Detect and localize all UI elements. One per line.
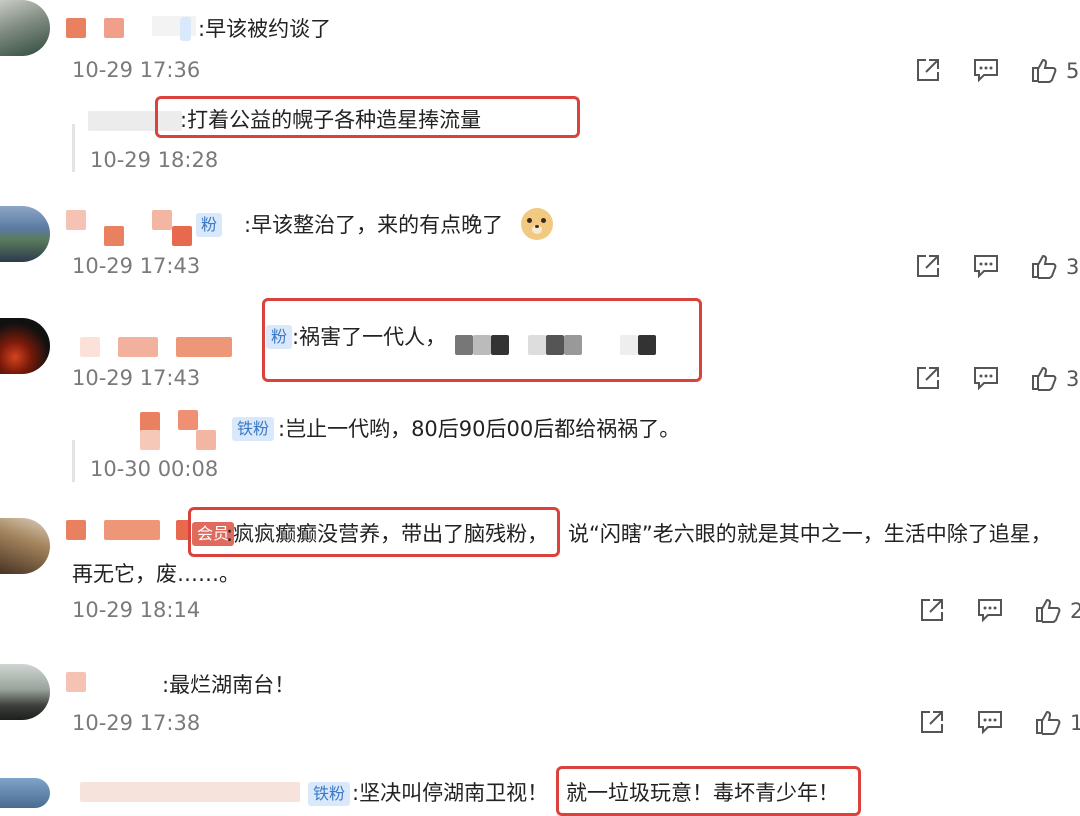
reply-time: 10-29 18:28: [90, 148, 219, 172]
thumbs-up-icon[interactable]: [1034, 708, 1062, 736]
share-icon[interactable]: [918, 596, 946, 624]
fan-badge: [180, 17, 192, 41]
comment-icon[interactable]: [976, 596, 1004, 624]
reply-time: 10-30 00:08: [90, 457, 219, 481]
comment-text: :坚决叫停湖南卫视！: [352, 781, 549, 805]
like-count: 1: [1070, 711, 1080, 735]
watermark: [640, 744, 658, 790]
share-icon[interactable]: [914, 56, 942, 84]
avatar[interactable]: [0, 206, 50, 262]
comment-time: 10-29 17:43: [72, 366, 201, 390]
comment-text: :祸害了一代人，: [292, 325, 447, 349]
reply-indicator: [72, 440, 75, 482]
share-icon[interactable]: [914, 364, 942, 392]
username[interactable]: [66, 210, 86, 230]
comment-text: :疯疯癫癫没营养，带出了脑残粉，: [226, 522, 549, 546]
avatar[interactable]: [0, 0, 50, 56]
comment-text: :早该被约谈了: [198, 17, 332, 41]
username[interactable]: [140, 412, 160, 432]
share-icon[interactable]: [918, 708, 946, 736]
thumbs-up-icon[interactable]: [1030, 252, 1058, 280]
comment-text-boxed: 就一垃圾玩意！毒坏青少年！: [566, 781, 839, 805]
comment-text-line2: 再无它，废……。: [72, 562, 240, 586]
like-count: 2: [1070, 599, 1080, 623]
username[interactable]: [66, 18, 86, 38]
comment-icon[interactable]: [976, 708, 1004, 736]
thumbs-up-icon[interactable]: [1034, 596, 1062, 624]
fan-badge: 粉: [266, 325, 293, 349]
fan-badge: 铁粉: [232, 417, 275, 441]
share-icon[interactable]: [914, 252, 942, 280]
avatar[interactable]: [0, 318, 50, 374]
like-count: 3: [1066, 367, 1080, 391]
username[interactable]: [66, 520, 86, 540]
comment-time: 10-29 17:43: [72, 254, 201, 278]
reply-text: :岂止一代哟，80后90后00后都给祸祸了。: [278, 417, 681, 441]
reply-text: :打着公益的幌子各种造星捧流量: [180, 108, 482, 132]
reply-indicator: [72, 124, 75, 172]
username[interactable]: [80, 782, 300, 802]
comment-time: 10-29 17:38: [72, 711, 201, 735]
comment-text: :早该整治了，来的有点晚了: [244, 213, 504, 237]
avatar[interactable]: [0, 664, 50, 720]
fan-badge: 铁粉: [308, 782, 351, 806]
thumbs-up-icon[interactable]: [1030, 56, 1058, 84]
doge-emoji-icon: [521, 208, 553, 240]
comment-icon[interactable]: [972, 252, 1000, 280]
like-count: 3: [1066, 255, 1080, 279]
comment-text: :最烂湖南台！: [162, 673, 296, 697]
comment-icon[interactable]: [972, 56, 1000, 84]
comment-icon[interactable]: [972, 364, 1000, 392]
fan-badge: 粉: [196, 213, 223, 237]
thumbs-up-icon[interactable]: [1030, 364, 1058, 392]
avatar[interactable]: [0, 518, 50, 574]
comment-time: 10-29 17:36: [72, 58, 201, 82]
username[interactable]: [66, 672, 86, 692]
comment-time: 10-29 18:14: [72, 598, 201, 622]
comment-text-continued: 说“闪瞎”老六眼的就是其中之一，生活中除了追星，: [568, 522, 1052, 546]
avatar[interactable]: [0, 778, 50, 808]
like-count: 5: [1066, 59, 1080, 83]
username[interactable]: [80, 337, 100, 357]
